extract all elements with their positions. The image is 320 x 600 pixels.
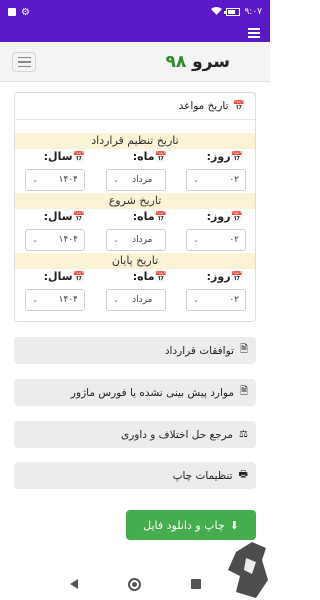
battery-icon: [224, 8, 241, 16]
month-select[interactable]: ⌄ مرداد: [106, 229, 166, 251]
day-label: 📅روز:: [206, 150, 243, 163]
dates-card-title: 📅 تاریخ مواعد: [179, 100, 245, 112]
month-select[interactable]: ⌄ مرداد: [106, 289, 166, 311]
calendar-icon: 📅: [72, 212, 85, 223]
print-download-button[interactable]: ⬇ چاپ و دانلود فایل: [126, 510, 256, 540]
year-label: 📅سال:: [43, 210, 85, 223]
day-select[interactable]: ⌄ ۰۲: [186, 169, 246, 191]
recent-apps-icon[interactable]: [190, 579, 201, 589]
chevron-down-icon: ⌄: [193, 176, 199, 184]
notification-icon: [8, 8, 16, 16]
force-majeure-label: موارد پیش بینی نشده یا فورس ماژور: [70, 386, 234, 399]
print-settings-label: تنظیمات چاپ: [172, 469, 233, 482]
year-label: 📅سال:: [43, 270, 85, 283]
app-top-bar: [0, 24, 270, 42]
year-select[interactable]: ⌄ ۱۴۰۴: [25, 169, 85, 191]
month-label: 📅ماه:: [132, 150, 167, 163]
chevron-down-icon: ⌄: [32, 176, 38, 184]
year-select[interactable]: ⌄ ۱۴۰۴: [25, 229, 85, 251]
status-bar: ⚙ ۹:۰۷: [0, 0, 270, 24]
chevron-down-icon: ⌄: [113, 176, 119, 184]
wifi-icon: [211, 6, 223, 18]
system-navigation-bar: [0, 568, 270, 600]
month-label: 📅ماه:: [132, 270, 167, 283]
calendar-icon: 📅: [154, 212, 167, 223]
calendar-icon: 📅: [72, 272, 85, 283]
calendar-icon: 📅: [230, 212, 243, 223]
month-select[interactable]: ⌄ مرداد: [106, 169, 166, 191]
brand-logo[interactable]: سرو ۹۸: [161, 52, 230, 72]
section-contract-date-title: تاریخ تنظیم قرارداد: [15, 133, 255, 149]
force-majeure-button[interactable]: 🗎 موارد پیش بینی نشده یا فورس ماژور: [14, 379, 256, 406]
menu-icon[interactable]: [248, 28, 260, 38]
scale-icon: ⚖: [239, 429, 248, 440]
year-select[interactable]: ⌄ ۱۴۰۴: [25, 289, 85, 311]
calendar-icon: 📅: [232, 100, 245, 112]
calendar-icon: 📅: [230, 152, 243, 163]
calendar-icon: 📅: [230, 272, 243, 283]
dates-card-title-text: تاریخ مواعد: [178, 100, 229, 112]
chevron-down-icon: ⌄: [193, 236, 199, 244]
brand-name: سرو: [192, 52, 230, 72]
settings-icon: ⚙: [21, 6, 30, 18]
chevron-down-icon: ⌄: [193, 296, 199, 304]
contract-agreements-label: توافقات قرارداد: [164, 344, 234, 357]
status-left: ⚙: [8, 7, 30, 18]
status-right: ۹:۰۷: [211, 6, 262, 18]
site-navbar: سرو ۹۸: [0, 42, 270, 82]
day-select[interactable]: ⌄ ۰۲: [186, 229, 246, 251]
back-icon[interactable]: [69, 579, 78, 589]
day-label: 📅روز:: [206, 210, 243, 223]
month-label: 📅ماه:: [132, 210, 167, 223]
status-time: ۹:۰۷: [244, 7, 262, 17]
card-divider: [15, 119, 255, 120]
arbitration-label: مرجع حل اختلاف و داوری: [120, 428, 234, 441]
print-settings-button[interactable]: 🖶 تنظیمات چاپ: [14, 462, 256, 489]
file-icon: 🗎: [239, 344, 248, 355]
brand-number: ۹۸: [165, 52, 187, 72]
contract-agreements-button[interactable]: 🗎 توافقات قرارداد: [14, 337, 256, 364]
chevron-down-icon: ⌄: [32, 296, 38, 304]
day-select[interactable]: ⌄ ۰۲: [186, 289, 246, 311]
navbar-toggler-button[interactable]: [12, 52, 36, 72]
chevron-down-icon: ⌄: [32, 236, 38, 244]
calendar-icon: 📅: [72, 152, 85, 163]
calendar-icon: 📅: [154, 272, 167, 283]
print-download-label: چاپ و دانلود فایل: [143, 518, 225, 532]
chevron-down-icon: ⌄: [113, 296, 119, 304]
file-icon: 🗎: [239, 386, 248, 397]
download-icon: ⬇: [229, 518, 239, 532]
chevron-down-icon: ⌄: [113, 236, 119, 244]
section-end-date-title: تاریخ پایان: [15, 253, 255, 269]
arbitration-button[interactable]: ⚖ مرجع حل اختلاف و داوری: [14, 421, 256, 448]
printer-icon: 🖶: [238, 469, 248, 480]
calendar-icon: 📅: [154, 152, 167, 163]
section-start-date-title: تاریخ شروع: [15, 193, 255, 209]
day-label: 📅روز:: [206, 270, 243, 283]
year-label: 📅سال:: [43, 150, 85, 163]
home-icon[interactable]: [127, 577, 141, 591]
dates-card: 📅 تاریخ مواعد تاریخ تنظیم قرارداد 📅روز: …: [14, 92, 256, 322]
